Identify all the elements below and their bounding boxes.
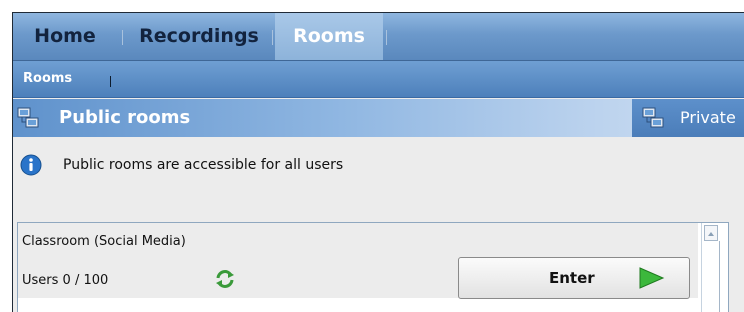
subtab-rooms[interactable]: Rooms (23, 69, 72, 89)
tab-rooms[interactable]: Rooms (275, 13, 383, 60)
private-rooms-icon (642, 107, 664, 128)
public-rooms-icon (17, 107, 39, 128)
info-icon (20, 154, 42, 176)
rooms-section-header: Public rooms Private (13, 99, 744, 137)
room-list-scrollbar[interactable] (701, 223, 728, 312)
refresh-icon[interactable] (214, 268, 236, 290)
app-frame: Home Recordings Rooms Rooms Public rooms (12, 12, 744, 312)
tab-home[interactable]: Home (13, 13, 117, 60)
private-rooms-label: Private (680, 108, 736, 127)
scroll-up-button[interactable] (704, 225, 718, 241)
enter-room-button[interactable]: Enter (458, 257, 690, 299)
sub-nav: Rooms (13, 61, 744, 98)
nav-separator (122, 30, 123, 45)
room-user-count: Users 0 / 100 (22, 273, 109, 288)
top-nav: Home Recordings Rooms (13, 13, 744, 61)
room-list: Classroom (Social Media) Users 0 / 100 E… (17, 222, 729, 312)
private-rooms-tab[interactable]: Private (632, 99, 744, 137)
enter-button-label: Enter (549, 269, 595, 287)
room-name: Classroom (Social Media) (22, 234, 186, 249)
nav-separator (272, 30, 273, 45)
list-item: Classroom (Social Media) Users 0 / 100 E… (18, 223, 698, 299)
tab-recordings[interactable]: Recordings (129, 13, 269, 60)
nav-separator (386, 30, 387, 45)
scroll-track[interactable] (702, 241, 720, 312)
scroll-up-arrow-icon (708, 232, 714, 236)
info-message: Public rooms are accessible for all user… (63, 157, 344, 173)
public-rooms-title[interactable]: Public rooms (59, 99, 190, 137)
play-icon (639, 267, 665, 289)
subnav-separator (110, 76, 111, 87)
